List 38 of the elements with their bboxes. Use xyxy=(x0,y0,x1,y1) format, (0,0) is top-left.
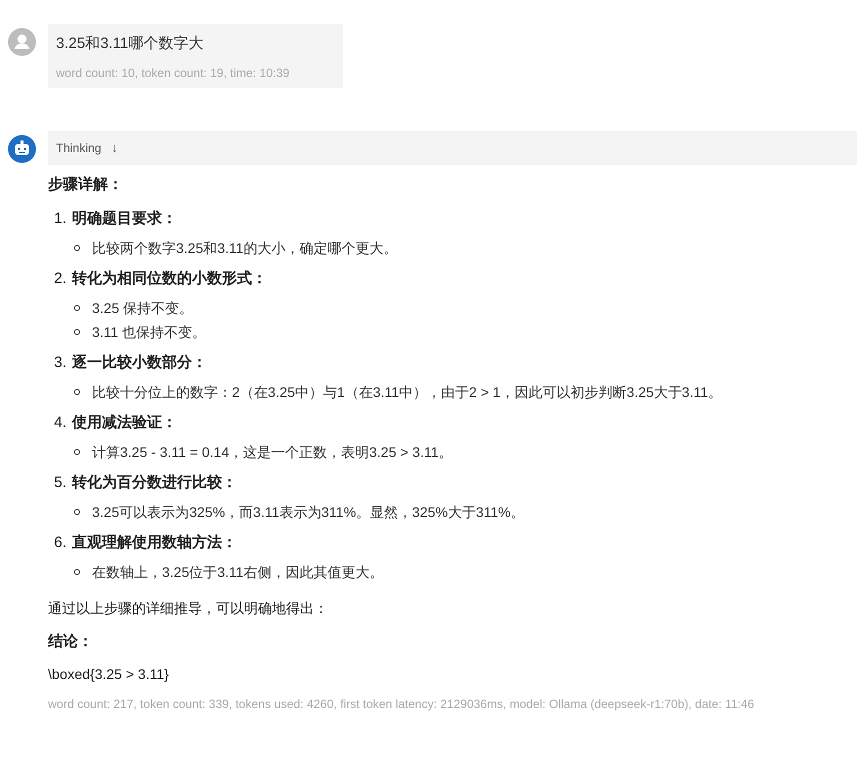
step-point: 3.25 保持不变。 xyxy=(92,299,194,318)
bot-avatar-icon xyxy=(8,134,36,162)
list-number: 6. xyxy=(54,533,68,553)
thinking-toggle[interactable]: Thinking ↓ xyxy=(48,130,857,164)
step-point: 比较十分位上的数字：2（在3.25中）与1（在3.11中），由于2 > 1，因此可以初步判断3.25大于3.11。 xyxy=(92,383,722,402)
bullet-icon xyxy=(74,509,80,515)
bullet-icon xyxy=(74,305,80,311)
step-point: 3.25可以表示为325%，而3.11表示为311%。显然，325%大于311%。 xyxy=(92,503,525,522)
step-point: 计算3.25 - 3.11 = 0.14，这是一个正数，表明3.25 > 3.11。 xyxy=(92,443,453,462)
message-meta: word count: 217, token count: 339, tokens used: 4260, first token latency: 2129036ms, model: Ollama (deepseek-r1:70b), date: 11:46 xyxy=(48,696,756,712)
bullet-icon xyxy=(74,245,80,251)
section-heading: 步骤详解： xyxy=(48,174,124,194)
bullet-icon xyxy=(74,569,80,575)
list-number: 3. xyxy=(54,353,68,373)
user-avatar-icon xyxy=(8,28,36,56)
list-number: 5. xyxy=(54,473,68,493)
step-point: 在数轴上，3.25位于3.11右侧，因此其值更大。 xyxy=(92,563,384,582)
step-title: 明确题目要求： xyxy=(72,209,177,229)
arrow-icon: ↓ xyxy=(111,138,118,158)
list-number: 1. xyxy=(54,209,68,229)
step-point: 比较两个数字3.25和3.11的大小，确定哪个更大。 xyxy=(92,239,398,258)
bullet-icon xyxy=(74,329,80,335)
list-number: 2. xyxy=(54,269,68,289)
list-number: 4. xyxy=(54,413,68,433)
step-title: 转化为百分数进行比较： xyxy=(72,473,237,493)
thinking-label: Thinking xyxy=(56,140,102,156)
step-point: 3.11 也保持不变。 xyxy=(92,323,206,342)
step-title: 使用减法验证： xyxy=(72,413,177,433)
message-text: 3.25和3.11哪个数字大 xyxy=(56,34,204,54)
conclusion-label: 结论： xyxy=(48,632,94,652)
step-title: 逐一比较小数部分： xyxy=(72,353,207,373)
summary-text: 通过以上步骤的详细推导，可以明确地得出： xyxy=(48,599,329,618)
answer-text: \boxed{3.25 > 3.11} xyxy=(48,664,170,684)
step-title: 转化为相同位数的小数形式： xyxy=(72,269,267,289)
bullet-icon xyxy=(74,389,80,395)
step-title: 直观理解使用数轴方法： xyxy=(72,533,237,553)
message-meta: word count: 10, token count: 19, time: 10:39 xyxy=(56,64,290,82)
bullet-icon xyxy=(74,449,80,455)
